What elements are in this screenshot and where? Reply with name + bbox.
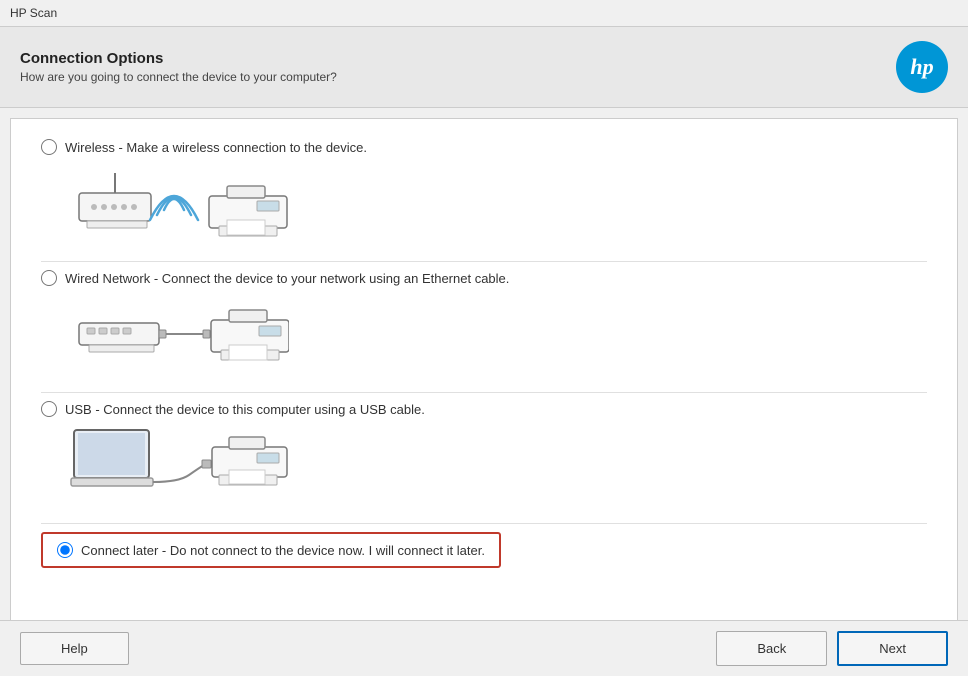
- titlebar: HP Scan: [0, 0, 968, 27]
- usb-label[interactable]: USB - Connect the device to this compute…: [41, 401, 927, 417]
- wireless-option: Wireless - Make a wireless connection to…: [41, 139, 927, 243]
- connect-later-radio[interactable]: [57, 542, 73, 558]
- header: Connection Options How are you going to …: [0, 27, 968, 108]
- connect-later-label[interactable]: Connect later - Do not connect to the de…: [57, 542, 485, 558]
- back-button[interactable]: Back: [716, 631, 827, 666]
- wired-radio[interactable]: [41, 270, 57, 286]
- connect-later-option: Connect later - Do not connect to the de…: [41, 532, 927, 568]
- nav-buttons: Back Next: [716, 631, 948, 666]
- usb-image: [69, 425, 927, 505]
- wireless-label[interactable]: Wireless - Make a wireless connection to…: [41, 139, 927, 155]
- divider-1: [41, 261, 927, 262]
- content-area: Wireless - Make a wireless connection to…: [10, 118, 958, 638]
- connect-later-box: Connect later - Do not connect to the de…: [41, 532, 501, 568]
- divider-3: [41, 523, 927, 524]
- wired-label[interactable]: Wired Network - Connect the device to yo…: [41, 270, 927, 286]
- help-button[interactable]: Help: [20, 632, 129, 665]
- wireless-illustration: [69, 168, 289, 238]
- next-button[interactable]: Next: [837, 631, 948, 666]
- usb-radio[interactable]: [41, 401, 57, 417]
- wireless-radio[interactable]: [41, 139, 57, 155]
- wired-image: [69, 294, 927, 374]
- usb-option: USB - Connect the device to this compute…: [41, 401, 927, 505]
- wireless-image: [69, 163, 927, 243]
- page-title: Connection Options: [20, 50, 337, 67]
- app-title: HP Scan: [10, 6, 57, 20]
- wired-illustration: [69, 298, 289, 370]
- divider-2: [41, 392, 927, 393]
- footer: Help Back Next: [0, 620, 968, 676]
- page-subtitle: How are you going to connect the device …: [20, 70, 337, 84]
- wired-option: Wired Network - Connect the device to yo…: [41, 270, 927, 374]
- hp-logo: hp: [896, 41, 948, 93]
- usb-illustration: [69, 425, 289, 505]
- header-text: Connection Options How are you going to …: [20, 50, 337, 84]
